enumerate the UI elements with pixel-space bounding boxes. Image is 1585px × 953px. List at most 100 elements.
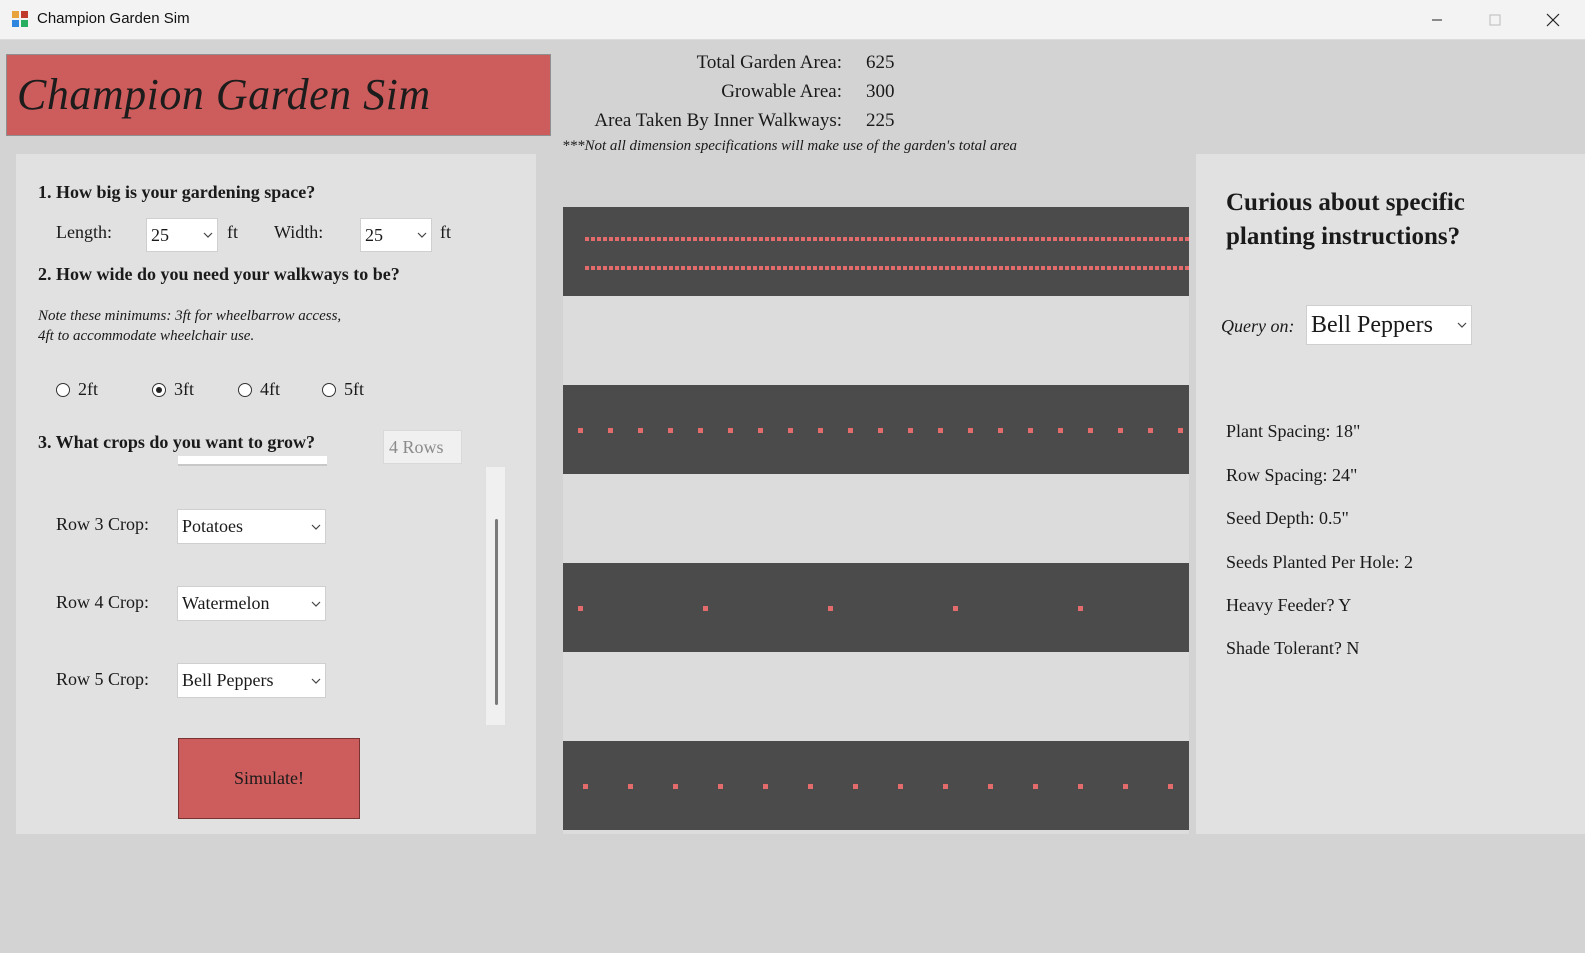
plant-marker — [705, 266, 709, 270]
plant-marker — [1065, 266, 1069, 270]
plant-marker — [897, 237, 901, 241]
row-3-crop-dropdown[interactable]: Potatoes — [177, 509, 326, 544]
plant-marker — [1161, 237, 1165, 241]
plant-marker — [1143, 237, 1147, 241]
chevron-down-icon — [307, 678, 325, 684]
radio-button[interactable] — [238, 382, 252, 397]
plant-marker — [741, 266, 745, 270]
query-label: Query on: — [1221, 316, 1295, 336]
plant-marker — [753, 266, 757, 270]
shade-tolerant-text: Shade Tolerant? N — [1226, 638, 1360, 658]
row-count-input[interactable]: 4 Rows — [383, 430, 462, 464]
scrollbar-thumb[interactable] — [495, 519, 498, 705]
plant-marker — [699, 237, 703, 241]
walkway-radio-3ft[interactable]: 3ft — [152, 379, 194, 400]
width-dropdown[interactable]: 25 — [360, 218, 432, 252]
simulate-button[interactable]: Simulate! — [178, 738, 360, 819]
plant-marker — [885, 266, 889, 270]
plant-marker — [891, 266, 895, 270]
row-4-crop-dropdown[interactable]: Watermelon — [177, 586, 326, 621]
plant-marker — [819, 237, 823, 241]
plant-marker — [585, 237, 589, 241]
plant-marker — [657, 266, 661, 270]
radio-button[interactable] — [56, 382, 70, 397]
minimize-button[interactable] — [1408, 0, 1466, 40]
heading-line1: Curious about specific — [1226, 189, 1465, 216]
walkway-option-label: 5ft — [344, 379, 364, 399]
plant-marker — [693, 266, 697, 270]
plant-marker — [988, 784, 993, 789]
plant-marker — [999, 237, 1003, 241]
plant-marker — [1107, 237, 1111, 241]
plant-marker — [1119, 237, 1123, 241]
question-walkway-width: 2. How wide do you need your walkways to… — [38, 264, 400, 284]
plant-marker — [945, 237, 949, 241]
plant-marker — [675, 237, 679, 241]
plant-marker — [957, 237, 961, 241]
plant-marker — [1011, 237, 1015, 241]
plant-marker — [1155, 266, 1159, 270]
walkway-note: Note these minimums: 3ft for wheelbarrow… — [38, 306, 341, 346]
garden-bed — [563, 741, 1189, 830]
walkway-radio-2ft[interactable]: 2ft — [56, 379, 98, 400]
plant-marker — [969, 266, 973, 270]
plant-marker — [825, 237, 829, 241]
plant-marker — [921, 237, 925, 241]
plant-marker — [735, 266, 739, 270]
walkway-radio-4ft[interactable]: 4ft — [238, 379, 280, 400]
plant-marker — [861, 237, 865, 241]
total-area-value: 625 — [866, 52, 895, 73]
crop-list-scrollbar[interactable] — [485, 466, 506, 726]
row-4-crop-value: Watermelon — [182, 593, 270, 613]
plant-marker — [1167, 266, 1171, 270]
radio-button-selected[interactable] — [152, 382, 166, 397]
heading-line2: planting instructions? — [1226, 223, 1461, 250]
row-4-label: Row 4 Crop: — [56, 592, 150, 612]
plant-marker — [723, 237, 727, 241]
plant-marker — [597, 266, 601, 270]
plant-marker — [831, 266, 835, 270]
walkway-radio-5ft[interactable]: 5ft — [322, 379, 364, 400]
plant-marker — [759, 266, 763, 270]
plant-marker — [915, 266, 919, 270]
plant-marker — [1107, 266, 1111, 270]
plant-marker — [938, 428, 943, 433]
length-unit: ft — [227, 222, 238, 242]
plant-marker — [711, 266, 715, 270]
plant-marker — [1137, 237, 1141, 241]
plant-marker — [1028, 428, 1033, 433]
plant-marker — [1118, 428, 1123, 433]
plant-marker — [1041, 266, 1045, 270]
app-icon — [12, 11, 30, 29]
row-2-dropdown-partial[interactable] — [178, 456, 327, 466]
plant-marker — [729, 237, 733, 241]
close-icon — [1546, 13, 1560, 27]
plant-marker — [1173, 266, 1177, 270]
row-5-crop-value: Bell Peppers — [182, 670, 274, 690]
plant-marker — [1005, 266, 1009, 270]
plant-marker — [998, 428, 1003, 433]
plant-marker — [615, 266, 619, 270]
planting-info-heading: Curious about specific planting instruct… — [1226, 186, 1465, 254]
maximize-button[interactable] — [1466, 0, 1524, 40]
plant-marker — [975, 266, 979, 270]
close-button[interactable] — [1524, 0, 1582, 40]
row-5-crop-dropdown[interactable]: Bell Peppers — [177, 663, 326, 698]
plant-marker — [728, 428, 733, 433]
plant-marker — [1178, 428, 1183, 433]
walkway-note-line2: 4ft to accommodate wheelchair use. — [38, 328, 255, 344]
plant-marker — [808, 784, 813, 789]
walkway-area-value: 225 — [866, 110, 895, 131]
plant-marker — [818, 428, 823, 433]
query-crop-dropdown[interactable]: Bell Peppers — [1306, 305, 1472, 345]
plant-marker — [879, 237, 883, 241]
plant-marker — [987, 237, 991, 241]
plant-marker — [993, 266, 997, 270]
length-dropdown[interactable]: 25 — [146, 218, 218, 252]
plant-marker — [783, 266, 787, 270]
plant-marker — [939, 237, 943, 241]
garden-layout-view — [563, 207, 1189, 834]
radio-button[interactable] — [322, 382, 336, 397]
plant-marker — [867, 237, 871, 241]
plant-marker — [578, 606, 583, 611]
